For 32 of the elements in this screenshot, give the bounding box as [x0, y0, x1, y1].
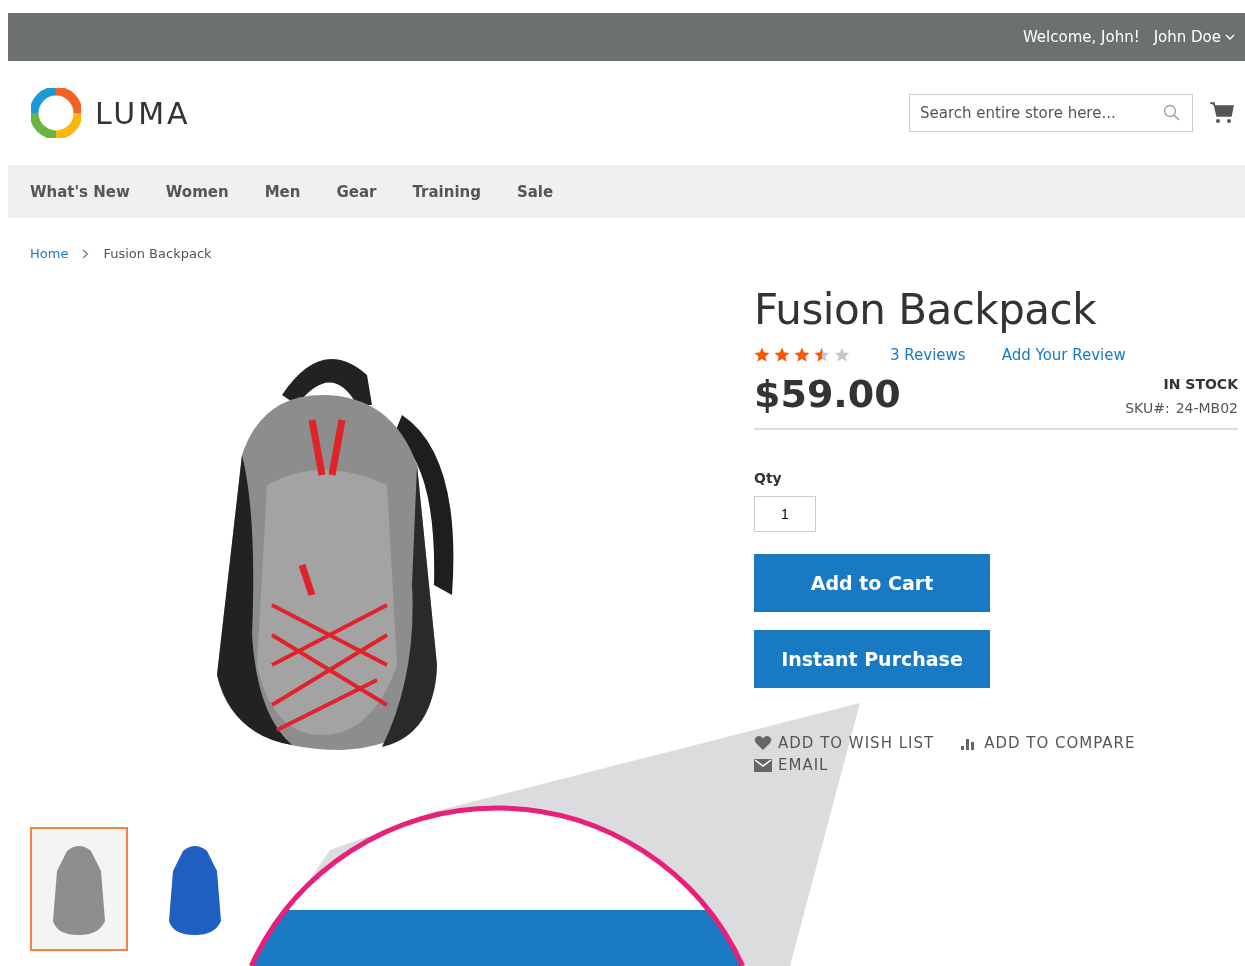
stock-status: IN STOCK	[1163, 376, 1238, 392]
product-action-link[interactable]: ADD TO WISH LIST	[754, 734, 935, 752]
reviews-link[interactable]: 3 Reviews	[890, 346, 966, 364]
logo-text[interactable]: LUMA	[95, 95, 191, 131]
thumbnail[interactable]	[30, 827, 128, 951]
search-icon[interactable]	[1163, 104, 1181, 122]
breadcrumb-current: Fusion Backpack	[103, 246, 212, 261]
chevron-right-icon	[82, 248, 90, 259]
nav-link[interactable]: Training	[412, 182, 481, 201]
account-menu[interactable]: John Doe	[1153, 28, 1235, 46]
heart-icon	[754, 735, 772, 751]
breadcrumb-link[interactable]: Home	[30, 246, 69, 261]
nav-link[interactable]: Men	[264, 182, 301, 201]
sku-label: SKU#:	[1125, 400, 1170, 416]
cart-icon[interactable]	[1209, 101, 1235, 125]
qty-label: Qty	[754, 470, 783, 486]
nav-link[interactable]: What's New	[30, 182, 130, 201]
purchase-button[interactable]: Instant Purchase	[754, 630, 990, 688]
purchase-button[interactable]: Add to Cart	[754, 554, 990, 612]
product-price: $59.00	[754, 372, 901, 416]
welcome-text: Welcome, John!	[1022, 28, 1140, 46]
add-review-link[interactable]: Add Your Review	[1001, 346, 1126, 364]
chevron-down-icon	[1225, 33, 1235, 41]
nav-link[interactable]: Gear	[336, 182, 377, 201]
product-title: Fusion Backpack	[754, 285, 1097, 334]
nav-link[interactable]: Sale	[516, 182, 554, 201]
qty-input[interactable]: 1	[754, 496, 816, 532]
sku-value: 24-MB02	[1175, 400, 1238, 416]
product-action-link[interactable]: ADD TO COMPARE	[960, 734, 1136, 752]
nav-link[interactable]: Women	[165, 182, 229, 201]
logo-icon[interactable]	[31, 88, 81, 138]
search-field[interactable]: Search entire store here...	[909, 94, 1193, 132]
